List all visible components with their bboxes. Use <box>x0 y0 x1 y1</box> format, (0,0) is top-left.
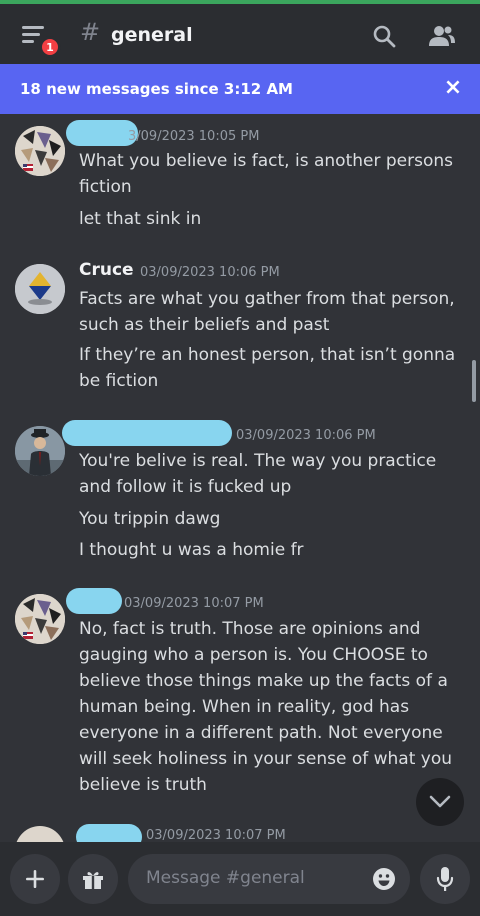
close-icon[interactable]: × <box>442 77 464 99</box>
message-timestamp: 03/09/2023 10:06 PM <box>236 428 376 443</box>
gift-icon <box>83 872 103 889</box>
message-text: What you believe is fact, is another per… <box>79 151 453 197</box>
message-text: You trippin dawg <box>79 509 221 529</box>
channel-header: 1 # general <box>0 4 480 64</box>
message-group: 03/09/2023 10:07 PM <box>0 820 480 842</box>
notification-badge: 1 <box>39 36 61 58</box>
new-messages-text: 18 new messages since 3:12 AM <box>20 80 293 98</box>
message-text: I thought u was a homie fr <box>79 540 304 560</box>
redacted-username <box>66 588 122 614</box>
new-messages-banner[interactable]: 18 new messages since 3:12 AM × <box>0 64 480 114</box>
emoji-icon[interactable] <box>372 867 396 891</box>
message-group: Cruce 03/09/2023 10:06 PM Facts are what… <box>0 256 480 406</box>
avatar[interactable] <box>15 594 65 644</box>
gift-button[interactable] <box>68 854 118 904</box>
message-input-placeholder: Message #general <box>146 868 305 888</box>
message-timestamp: 03/09/2023 10:06 PM <box>140 265 280 280</box>
message-text: If they’re an honest person, that isn’t … <box>79 345 456 391</box>
message-text: You're belive is real. The way you pract… <box>79 451 437 497</box>
message-timestamp: 03/09/2023 10:07 PM <box>124 596 264 611</box>
add-attachment-button[interactable] <box>10 854 60 904</box>
message-group: 03/09/2023 10:07 PM No, fact is truth. T… <box>0 586 480 806</box>
microphone-icon <box>436 867 454 891</box>
message-composer: Message #general <box>0 842 480 916</box>
message-timestamp: 3/09/2023 10:05 PM <box>128 129 260 144</box>
members-icon[interactable] <box>428 24 456 48</box>
message-text: let that sink in <box>79 209 202 229</box>
search-icon[interactable] <box>372 24 396 48</box>
message-group: 03/09/2023 10:06 PM You're belive is rea… <box>0 418 480 568</box>
scrollbar[interactable] <box>472 360 476 402</box>
chevron-down-icon <box>429 795 451 808</box>
channel-name[interactable]: general <box>111 24 193 46</box>
avatar[interactable] <box>15 426 65 476</box>
message-author[interactable]: Cruce <box>79 260 134 280</box>
voice-message-button[interactable] <box>420 854 470 904</box>
channel-hash-icon: # <box>80 18 101 46</box>
message-timestamp: 03/09/2023 10:07 PM <box>146 828 286 842</box>
avatar[interactable] <box>15 826 65 842</box>
plus-icon <box>26 870 44 888</box>
redacted-username <box>76 824 142 842</box>
jump-to-bottom-button[interactable] <box>416 778 464 826</box>
avatar[interactable] <box>15 264 65 314</box>
message-input[interactable]: Message #general <box>128 854 410 904</box>
avatar[interactable] <box>15 126 65 176</box>
message-text: No, fact is truth. Those are opinions an… <box>79 619 453 795</box>
message-text: Facts are what you gather from that pers… <box>79 289 455 335</box>
message-group: 3/09/2023 10:05 PM What you believe is f… <box>0 118 480 248</box>
redacted-username <box>62 420 232 446</box>
